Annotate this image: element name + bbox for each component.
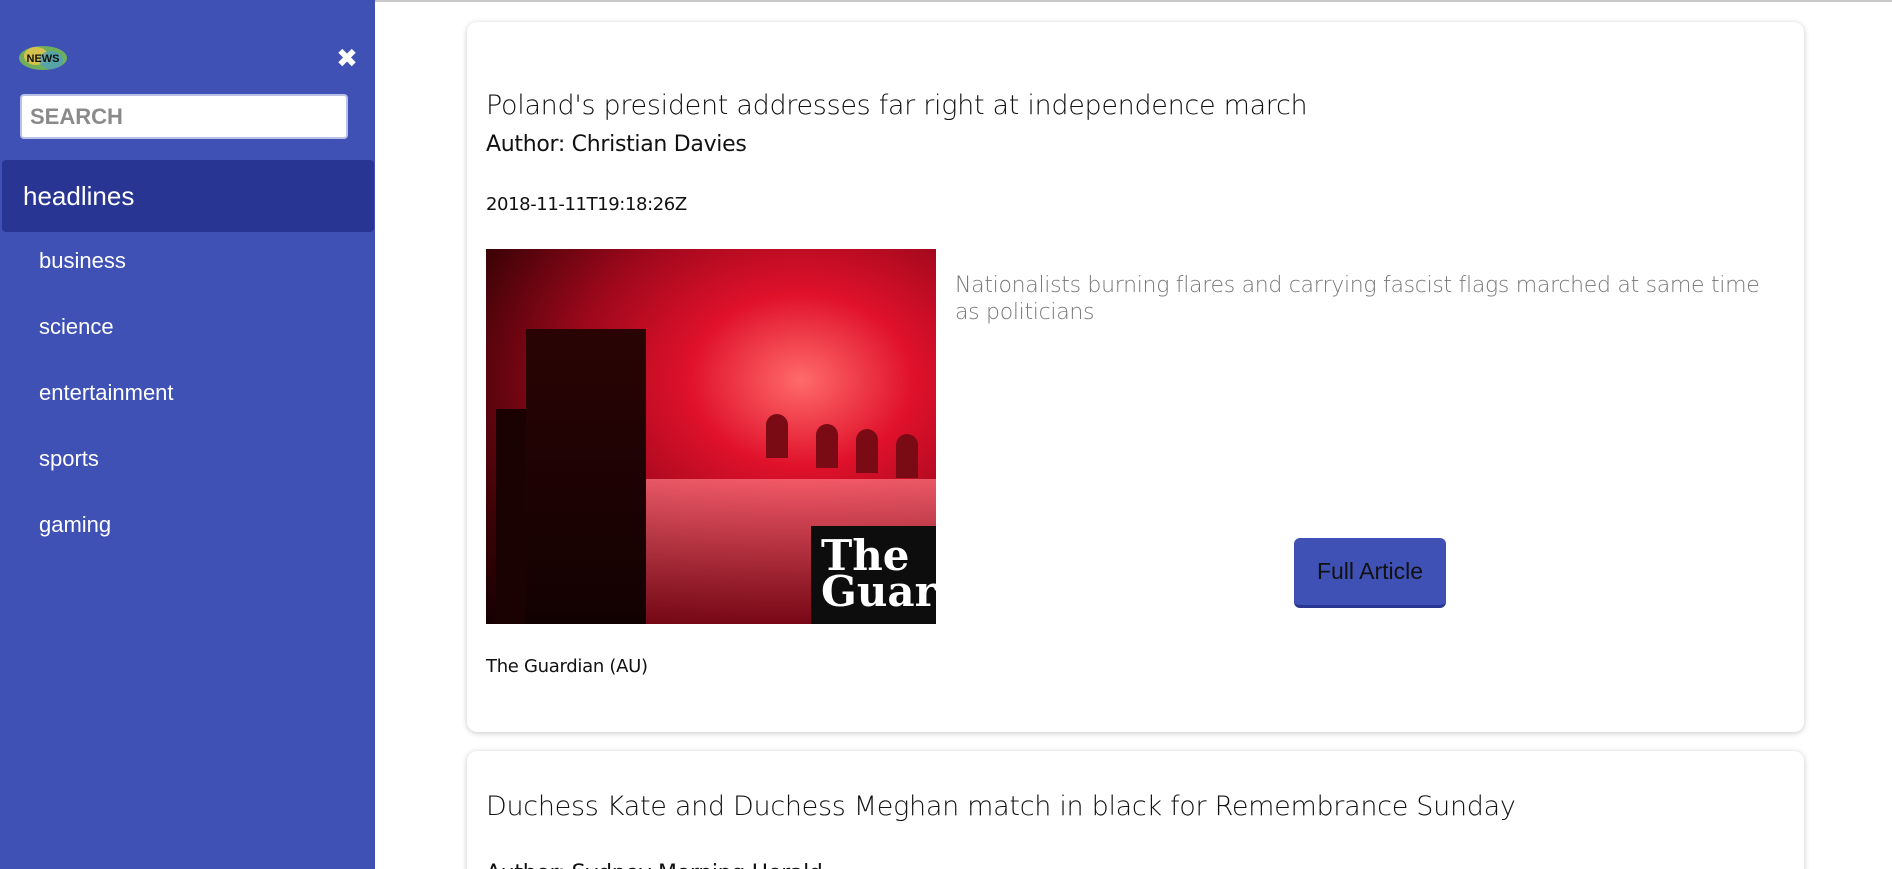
sidebar-item-science[interactable]: science — [39, 310, 114, 344]
guardian-watermark: The Guardian — [811, 526, 936, 624]
article-author: Author: Christian Davies — [486, 132, 747, 157]
top-divider — [375, 0, 1892, 2]
news-logo[interactable]: NEWS — [18, 44, 68, 72]
full-article-button[interactable]: Full Article — [1294, 538, 1446, 608]
image-window — [896, 434, 918, 478]
close-icon[interactable]: ✖ — [334, 46, 360, 72]
article-title: Poland's president addresses far right a… — [486, 90, 1308, 121]
article-author: Author: Sydney Morning Herald — [486, 861, 823, 869]
article-source: The Guardian (AU) — [486, 656, 648, 677]
sidebar-item-business[interactable]: business — [39, 244, 126, 278]
sidebar-item-entertainment[interactable]: entertainment — [39, 376, 174, 410]
svg-text:NEWS: NEWS — [27, 53, 60, 65]
image-tower — [526, 329, 646, 624]
search-input[interactable] — [20, 94, 348, 139]
article-date: 2018-11-11T19:18:26Z — [486, 194, 687, 215]
article-card: Duchess Kate and Duchess Meghan match in… — [467, 751, 1804, 869]
image-window — [856, 429, 878, 473]
sidebar-item-headlines[interactable]: headlines — [2, 160, 374, 232]
watermark-line-2: Guardian — [821, 567, 936, 616]
article-description: Nationalists burning flares and carrying… — [955, 273, 1760, 325]
sidebar-item-sports[interactable]: sports — [39, 442, 99, 476]
sidebar-item-gaming[interactable]: gaming — [39, 508, 111, 542]
article-image[interactable]: The Guardian — [486, 249, 936, 624]
image-window — [766, 414, 788, 458]
article-card: Poland's president addresses far right a… — [467, 22, 1804, 732]
image-window — [816, 424, 838, 468]
article-title: Duchess Kate and Duchess Meghan match in… — [486, 791, 1516, 822]
sidebar: NEWS ✖ headlines business science entert… — [0, 0, 375, 869]
